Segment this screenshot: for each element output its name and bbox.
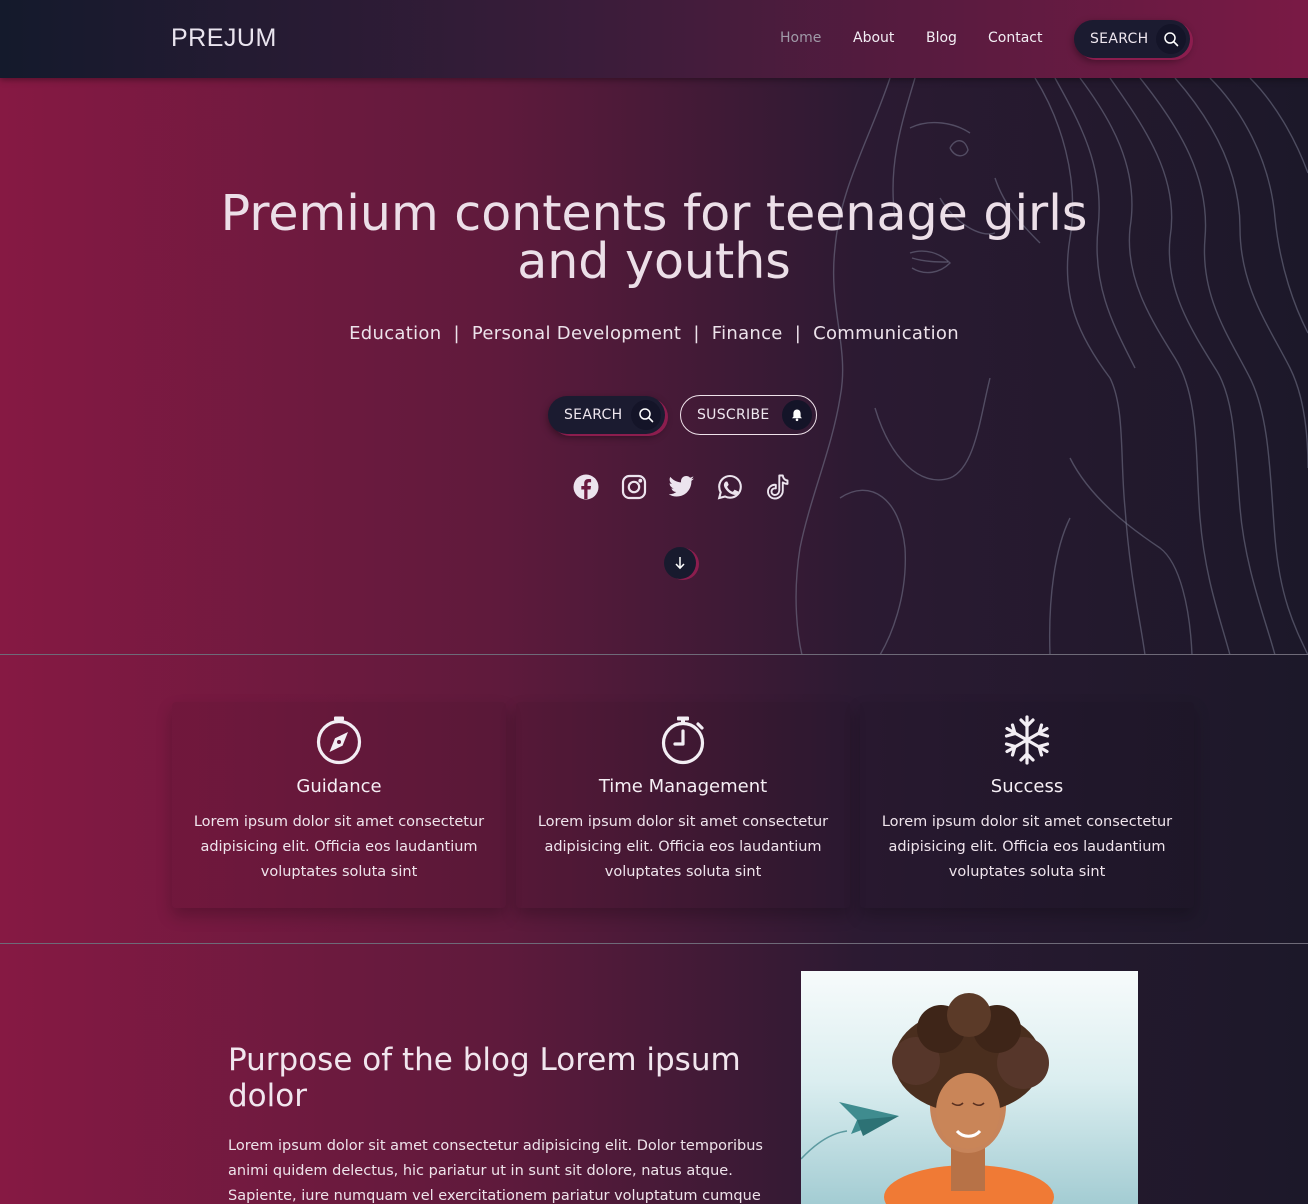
feature-title: Guidance [296,776,382,797]
snowflake-icon [860,715,1194,765]
search-icon [1156,24,1186,54]
feature-text: Lorem ipsum dolor sit amet consectetur a… [537,814,829,880]
blog-text: Lorem ipsum dolor sit amet consectetur a… [228,1138,763,1204]
twitter-icon[interactable] [668,473,696,501]
woman-with-paper-plane-illustration [801,993,1054,1204]
blog-title: Purpose of the blog Lorem ipsum dolor [228,1042,741,1114]
hero-subscribe-label: SUSCRIBE [697,407,770,423]
hero-title: Premium contents for teenage girls and y… [154,189,1154,286]
topic-personal-development: Personal Development [471,323,682,344]
feature-title: Success [990,776,1064,797]
feature-text: Lorem ipsum dolor sit amet consectetur a… [193,814,485,880]
feature-title: Time Management [598,776,768,797]
nav-link-blog[interactable]: Blog [926,30,957,46]
hero-search-button[interactable]: SEARCH [548,396,665,434]
topic-separator: | [693,323,700,344]
nav-link-home[interactable]: Home [780,30,821,46]
feature-text: Lorem ipsum dolor sit amet consectetur a… [881,814,1173,880]
topic-communication: Communication [813,323,959,344]
topic-finance: Finance [711,323,783,344]
nav-search-button[interactable]: SEARCH [1074,20,1190,58]
brand-logo[interactable]: PREJUM [171,24,277,53]
search-icon [631,400,661,430]
whatsapp-icon[interactable] [716,473,744,501]
hero-section: Premium contents for teenage girls and y… [0,78,1308,655]
navbar: PREJUM Home About Blog Contact SEARCH [0,0,1308,78]
scroll-down-button[interactable] [664,547,696,579]
stopwatch-icon [516,715,850,765]
hero-title-line2: and youths [517,233,791,290]
hero-topics: Education | Personal Development | Finan… [154,323,1154,344]
feature-card-guidance: Guidance Lorem ipsum dolor sit amet cons… [172,702,506,908]
arrow-down-icon [675,557,685,570]
bell-icon [782,400,812,430]
hero-subscribe-button[interactable]: SUSCRIBE [680,395,817,435]
topic-separator: | [794,323,802,344]
nav-link-about[interactable]: About [853,30,894,46]
features-section: Guidance Lorem ipsum dolor sit amet cons… [0,655,1308,943]
instagram-icon[interactable] [620,473,648,501]
topic-education: Education [349,323,442,344]
woman-line-art [795,78,1308,655]
blog-image [801,971,1138,1204]
tiktok-icon[interactable] [764,473,792,501]
feature-card-time-management: Time Management Lorem ipsum dolor sit am… [516,702,850,908]
nav-search-label: SEARCH [1090,31,1149,47]
compass-icon [172,715,506,765]
facebook-icon[interactable] [572,473,600,501]
feature-card-success: Success Lorem ipsum dolor sit amet conse… [860,702,1194,908]
hero-search-label: SEARCH [564,407,623,423]
blog-purpose-section: Purpose of the blog Lorem ipsum dolor Lo… [0,944,1308,1204]
nav-link-contact[interactable]: Contact [988,30,1042,46]
topic-separator: | [453,323,460,344]
